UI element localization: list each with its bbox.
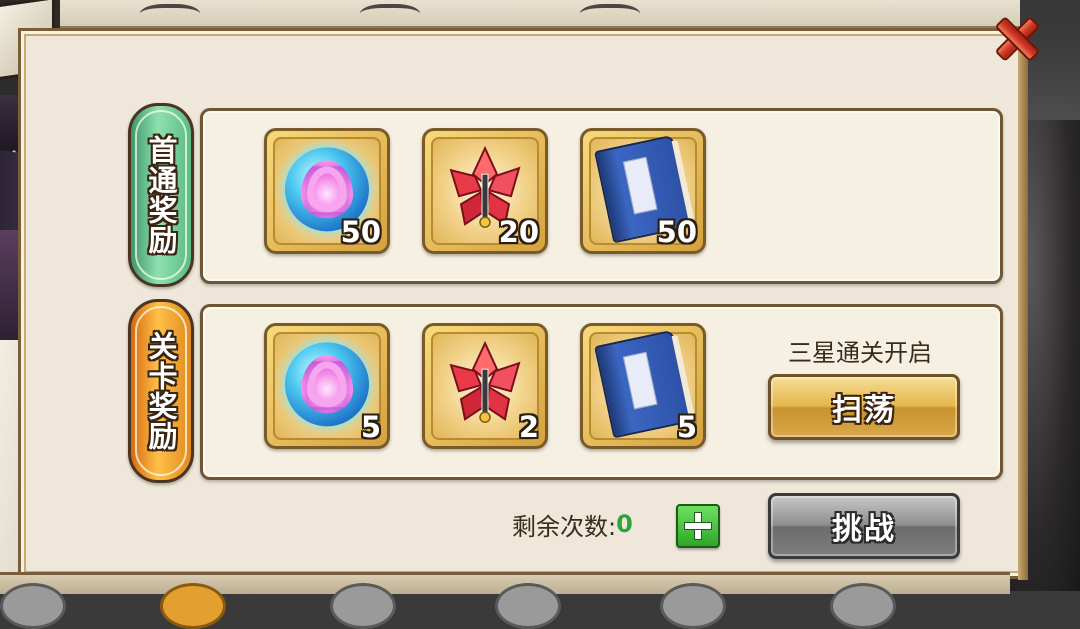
bottom-tab[interactable] [330,583,396,629]
reward-count: 5 [676,410,697,444]
remaining-attempts-value: 0 [616,510,633,538]
reward-slot-skill-book[interactable]: 5 [580,323,706,449]
remaining-attempts: 剩余次数: 0 [512,506,633,542]
stage-reward-label: 关卡奖励 [144,331,178,451]
reward-slot-skill-book[interactable]: 50 [580,128,706,254]
first-clear-tag: 首通奖励 [128,103,194,287]
challenge-button[interactable]: 挑战 [768,493,960,559]
reward-count: 20 [498,215,539,249]
background-banner [60,0,1020,28]
reward-slot-spirit-orb[interactable]: 5 [264,323,390,449]
remaining-attempts-label: 剩余次数: [512,512,617,541]
reward-slot-spirit-orb[interactable]: 50 [264,128,390,254]
bottom-tab[interactable] [0,583,66,629]
sweep-unlock-hint: 三星通关开启 [788,339,932,367]
bottom-tab[interactable] [830,583,896,629]
bottom-tab[interactable] [160,583,226,629]
add-attempts-button[interactable] [676,504,720,548]
brush-stroke [580,4,640,28]
spirit-orb-icon [285,342,369,427]
bottom-tab[interactable] [660,583,726,629]
reward-count: 50 [340,215,381,249]
stage-reward-tag: 关卡奖励 [128,299,194,483]
brush-stroke [360,4,420,28]
brush-stroke [140,4,200,28]
close-button[interactable] [990,12,1041,62]
sweep-button[interactable]: 扫荡 [768,374,960,440]
first-clear-label: 首通奖励 [144,135,178,255]
red-crystal-icon [449,340,521,423]
dialog-edge [1018,40,1028,580]
reward-count: 5 [360,410,381,444]
reward-count: 50 [656,215,697,249]
reward-count: 2 [518,410,539,444]
reward-slot-red-crystal[interactable]: 20 [422,128,548,254]
reward-slot-red-crystal[interactable]: 2 [422,323,548,449]
bottom-tab[interactable] [495,583,561,629]
